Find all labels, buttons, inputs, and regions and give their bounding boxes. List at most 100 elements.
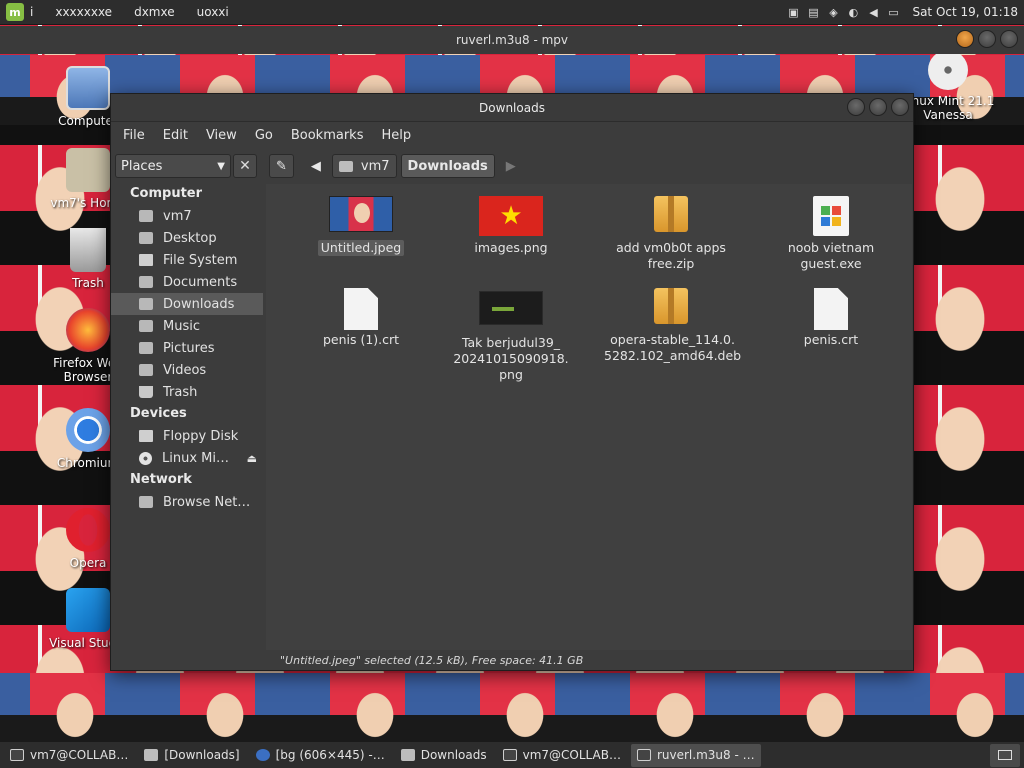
edit-location-button[interactable]: ✎ [269, 154, 294, 178]
folder-icon [139, 364, 153, 376]
terminal-icon [10, 749, 24, 761]
drive-icon [139, 254, 153, 266]
places-dropdown[interactable]: Places ▼ [115, 154, 231, 178]
sidebar-item-pictures[interactable]: Pictures [111, 337, 263, 359]
network-icon[interactable]: ▣ [786, 5, 800, 19]
section-computer: Computer [130, 186, 203, 201]
status-bar: "Untitled.jpeg" selected (12.5 kB), Free… [266, 650, 912, 670]
file-manager-titlebar[interactable]: Downloads [111, 94, 913, 122]
sidebar-item-label: Desktop [163, 230, 217, 246]
menu-edit[interactable]: Edit [155, 128, 198, 143]
sidebar-item-trash[interactable]: Trash [111, 381, 263, 403]
maximize-icon[interactable] [978, 30, 996, 48]
close-icon[interactable] [891, 98, 909, 116]
panel-menu-2[interactable]: xxxxxxxe [55, 5, 112, 19]
floppy-disk-icon [139, 430, 153, 442]
show-desktop-button[interactable] [990, 743, 1020, 767]
home-folder-icon [66, 148, 110, 192]
file-name: Untitled.jpeg [317, 240, 405, 256]
file-name: penis (1).crt [322, 332, 400, 347]
sidebar-item-downloads[interactable]: Downloads [111, 293, 263, 315]
menu-file[interactable]: File [115, 128, 155, 143]
file-item[interactable]: Untitled.jpeg [291, 196, 431, 256]
breadcrumb-label: Downloads [407, 158, 488, 174]
file-item[interactable]: noob vietnam guest.exe [761, 196, 901, 272]
menu-bookmarks[interactable]: Bookmarks [283, 128, 374, 143]
cd-disc-icon [928, 50, 968, 90]
file-item[interactable]: penis.crt [761, 288, 901, 348]
taskbar: vm7@COLLAB… [Downloads] [bg (606×445) -…… [0, 741, 1024, 768]
taskbar-item-image-viewer[interactable]: [bg (606×445) -… [250, 744, 391, 767]
mpv-titlebar[interactable]: ruverl.m3u8 - mpv [0, 26, 1024, 54]
file-grid: Untitled.jpeg ★ images.png add vm0b0t ap… [266, 184, 912, 650]
menu-go[interactable]: Go [247, 128, 283, 143]
file-item[interactable]: Tak berjudul39_ 20241015090918. png [441, 288, 581, 383]
package-icon [639, 288, 703, 328]
update-manager-icon[interactable]: ▤ [806, 5, 820, 19]
taskbar-item-downloads-1[interactable]: [Downloads] [138, 744, 245, 767]
breadcrumb-downloads[interactable]: Downloads [400, 154, 495, 178]
sidebar-item-label: Documents [163, 274, 238, 290]
sidebar-item-linux-mint-disc[interactable]: Linux Mi… ⏏ [111, 447, 263, 469]
file-item[interactable]: ★ images.png [441, 196, 581, 256]
eject-icon[interactable]: ⏏ [247, 452, 257, 465]
sidebar-item-floppy[interactable]: Floppy Disk [111, 425, 263, 447]
close-sidebar-button[interactable]: ✕ [233, 154, 257, 178]
sidebar-item-label: Linux Mi… [162, 450, 229, 466]
sidebar-item-documents[interactable]: Documents [111, 271, 263, 293]
home-folder-icon [139, 210, 153, 222]
file-item[interactable]: penis (1).crt [291, 288, 431, 348]
path-forward-button[interactable]: ▶ [499, 154, 523, 178]
file-name: Tak berjudul39_ 20241015090918. png [453, 335, 569, 382]
volume-icon[interactable]: ◀ [866, 5, 880, 19]
taskbar-item-mpv[interactable]: ruverl.m3u8 - … [630, 743, 761, 767]
path-back-button[interactable]: ◀ [304, 154, 328, 178]
sidebar-item-videos[interactable]: Videos [111, 359, 263, 381]
chevron-right-icon: ▶ [505, 158, 516, 174]
shield-icon[interactable]: ◈ [826, 5, 840, 19]
file-name: images.png [474, 240, 548, 255]
display-icon[interactable]: ▭ [886, 5, 900, 19]
notification-icon[interactable]: ◐ [846, 5, 860, 19]
chevron-left-icon: ◀ [310, 158, 321, 174]
taskbar-item-downloads-2[interactable]: Downloads [395, 744, 493, 767]
section-devices: Devices [130, 406, 187, 421]
image-viewer-icon [255, 749, 270, 761]
panel-menu-1[interactable]: i [30, 5, 33, 19]
sidebar-item-label: Videos [163, 362, 207, 378]
sidebar-item-browse-network[interactable]: Browse Net… [111, 491, 263, 513]
desktop-icon-label: Opera [69, 556, 107, 570]
minimize-icon[interactable] [847, 98, 865, 116]
sidebar-item-filesystem[interactable]: File System [111, 249, 263, 271]
breadcrumb-vm7[interactable]: vm7 [331, 154, 397, 178]
computer-icon [66, 66, 110, 110]
panel-menu-4[interactable]: uoxxi [197, 5, 229, 19]
clock[interactable]: Sat Oct 19, 01:18 [912, 5, 1018, 19]
sidebar-item-desktop[interactable]: Desktop [111, 227, 263, 249]
file-manager-window: Downloads File Edit View Go Bookmarks He… [110, 93, 914, 671]
folder-icon [400, 749, 415, 761]
sidebar-item-label: Browse Net… [163, 494, 251, 510]
panel-menu-3[interactable]: dxmxe [134, 5, 175, 19]
executable-icon [799, 196, 863, 236]
close-icon[interactable] [1000, 30, 1018, 48]
home-folder-icon [338, 160, 353, 172]
menu-bar: File Edit View Go Bookmarks Help [111, 122, 913, 148]
file-item[interactable]: opera-stable_114.0. 5282.102_amd64.deb [601, 288, 741, 364]
maximize-icon[interactable] [869, 98, 887, 116]
sidebar-item-vm7[interactable]: vm7 [111, 205, 263, 227]
menu-view[interactable]: View [198, 128, 247, 143]
file-name: add vm0b0t apps free.zip [616, 240, 726, 271]
file-item[interactable]: add vm0b0t apps free.zip [601, 196, 741, 272]
sidebar: Places ▼ ✕ Computer vm7 Desktop File Sys… [111, 150, 263, 670]
taskbar-item-terminal-2[interactable]: vm7@COLLAB… [497, 744, 627, 767]
menu-help[interactable]: Help [373, 128, 421, 143]
sidebar-item-label: Floppy Disk [163, 428, 239, 444]
minimize-icon[interactable] [956, 30, 974, 48]
taskbar-item-terminal-1[interactable]: vm7@COLLAB… [4, 744, 134, 767]
sidebar-item-music[interactable]: Music [111, 315, 263, 337]
mpv-window-title: ruverl.m3u8 - mpv [455, 33, 569, 47]
mint-menu-icon[interactable]: m [6, 3, 24, 21]
sidebar-tree: Computer vm7 Desktop File System Documen… [111, 183, 263, 513]
opera-icon [66, 508, 110, 552]
